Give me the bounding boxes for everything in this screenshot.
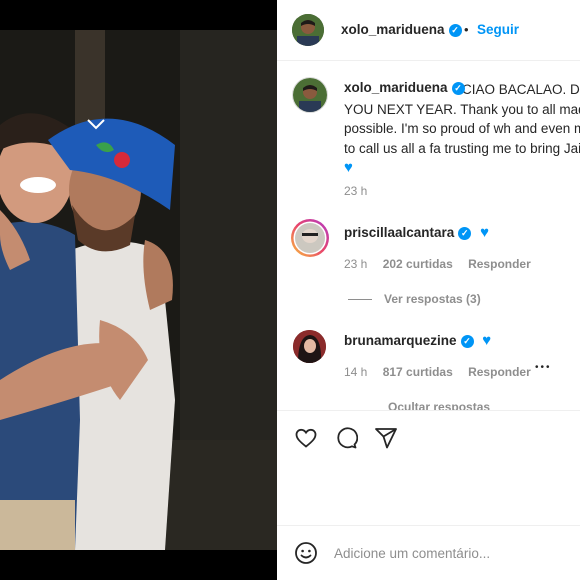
blue-heart-icon: ♥: [344, 159, 353, 176]
comment-meta: 14 h 817 curtidas Responder: [344, 365, 543, 379]
follow-button[interactable]: Seguir: [477, 22, 519, 37]
comment-likes[interactable]: 817 curtidas: [383, 365, 453, 379]
comment-time[interactable]: 14 h: [344, 365, 367, 379]
post-photo[interactable]: [0, 0, 277, 580]
header-username[interactable]: xolo_mariduena ✓: [341, 22, 462, 37]
caption-username[interactable]: xolo_mariduena ✓: [344, 80, 465, 95]
photo-image: [0, 0, 277, 580]
comment-username-text: priscillaalcantara: [344, 225, 455, 240]
header-username-text: xolo_mariduena: [341, 22, 445, 37]
more-options-icon[interactable]: •••: [535, 362, 552, 373]
comment-username[interactable]: brunamarquezine ✓ ♥: [344, 332, 491, 349]
blue-heart-icon: ♥: [480, 224, 489, 241]
comment-icon[interactable]: [334, 426, 359, 455]
caption-username-text: xolo_mariduena: [344, 80, 448, 95]
post-actions: [277, 410, 580, 526]
post-panel: xolo_mariduena ✓ • Seguir CIAO BACALAO. D…: [277, 0, 580, 580]
comment-avatar[interactable]: [293, 330, 326, 363]
caption-time[interactable]: 23 h: [344, 184, 367, 198]
heart-icon[interactable]: [294, 426, 318, 455]
comment-avatar[interactable]: [291, 219, 329, 257]
hide-replies-button[interactable]: Ocultar respostas: [388, 400, 502, 410]
verified-badge-icon: ✓: [451, 81, 465, 95]
caption-avatar[interactable]: [292, 77, 328, 113]
comment-meta: 23 h 202 curtidas Responder: [344, 257, 543, 271]
comment-username-text: brunamarquezine: [344, 333, 457, 348]
post-header: xolo_mariduena ✓ • Seguir: [277, 0, 580, 61]
reply-button[interactable]: Responder: [468, 365, 531, 379]
header-separator: •: [464, 22, 469, 37]
blue-heart-icon: ♥: [482, 332, 492, 349]
comment-time[interactable]: 23 h: [344, 257, 367, 271]
comment-likes[interactable]: 202 curtidas: [383, 257, 453, 271]
divider-line: [348, 299, 372, 301]
share-icon[interactable]: [374, 426, 398, 455]
verified-badge-icon: ✓: [458, 226, 472, 240]
view-replies-label: Ver respostas (3): [384, 292, 481, 306]
comment-username[interactable]: priscillaalcantara ✓ ♥: [344, 224, 489, 241]
view-replies-button[interactable]: Ver respostas (3): [348, 292, 493, 306]
reply-button[interactable]: Responder: [468, 257, 531, 271]
avatar[interactable]: [292, 14, 324, 46]
add-comment-bar: Adicione um comentário...: [277, 525, 580, 580]
add-comment-input[interactable]: Adicione um comentário...: [334, 546, 490, 561]
verified-badge-icon: ✓: [460, 334, 474, 348]
emoji-icon[interactable]: [294, 541, 318, 570]
hide-replies-label: Ocultar respostas: [388, 400, 491, 410]
verified-badge-icon: ✓: [448, 23, 462, 37]
